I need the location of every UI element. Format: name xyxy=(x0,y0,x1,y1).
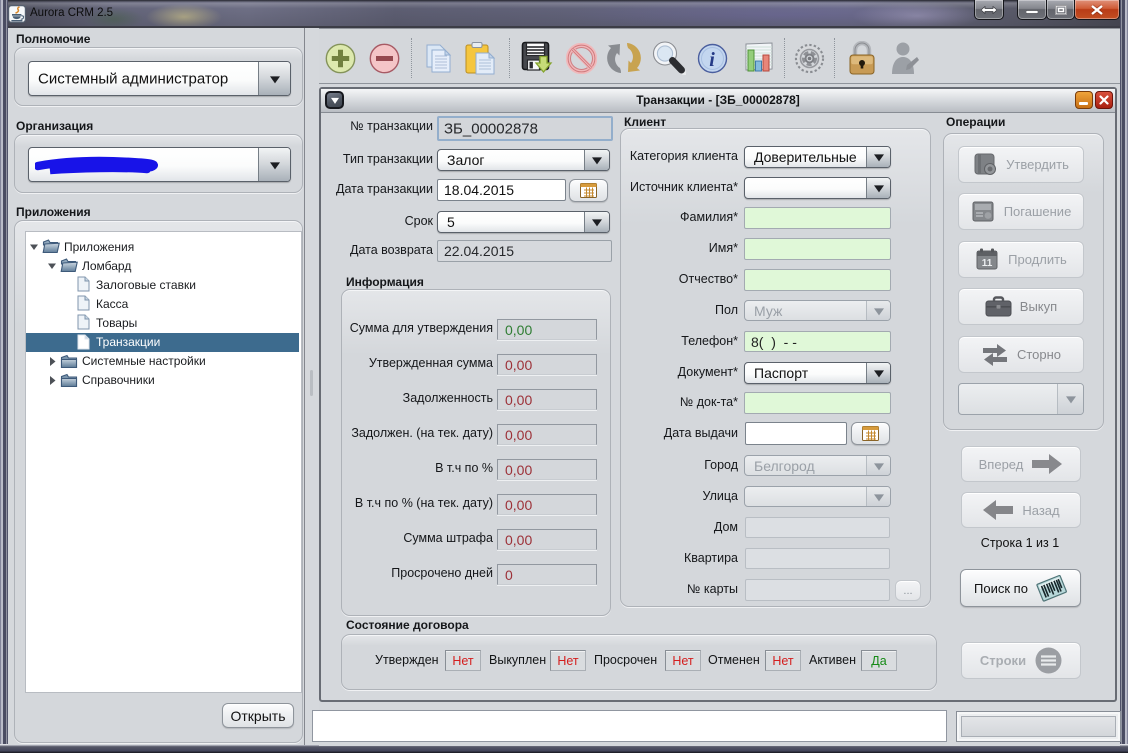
svg-text:i: i xyxy=(709,49,715,71)
svg-text:11: 11 xyxy=(982,258,993,269)
